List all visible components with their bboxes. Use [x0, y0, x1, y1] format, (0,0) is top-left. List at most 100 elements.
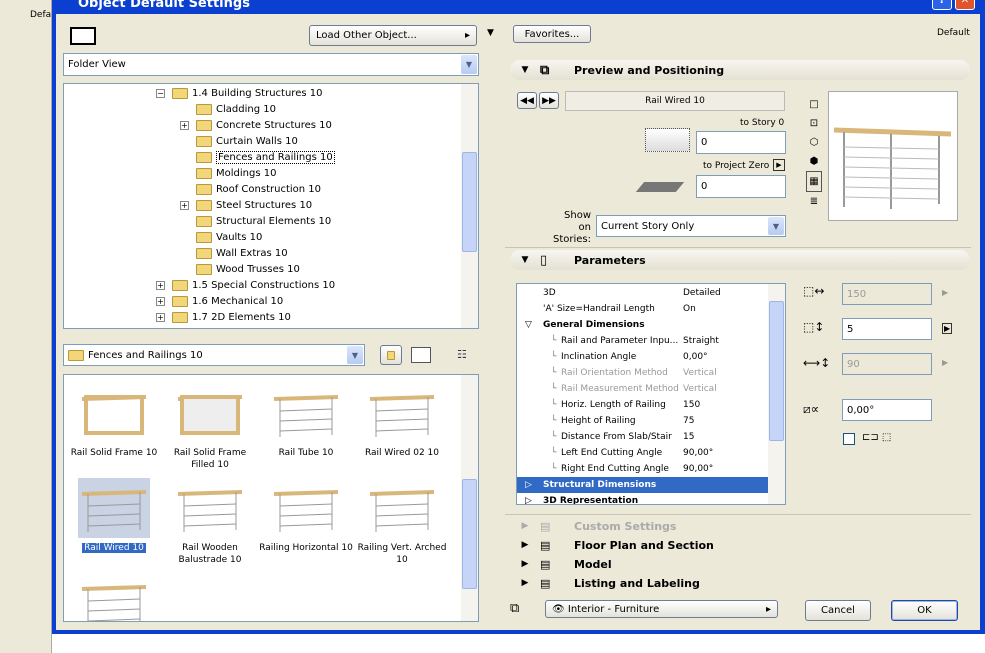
plus-expander-icon[interactable]: + — [156, 312, 165, 322]
tree-item[interactable]: Wall Extras 10 — [180, 245, 288, 261]
parameter-row[interactable]: └ Rail and Parameter Inpu... Straight — [517, 333, 769, 349]
to-project-zero-input[interactable]: 0 — [696, 175, 786, 198]
object-thumbnail[interactable]: Rail Wired 02 10 — [354, 377, 450, 459]
object-thumbnail[interactable]: Rail Solid Frame Filled 10 — [162, 377, 258, 471]
parameters-scrollbar[interactable] — [768, 284, 785, 504]
arrow-right-icon[interactable]: ▶ — [942, 288, 948, 297]
preview-section-header[interactable]: ▼ ⧉ Preview and Positioning — [510, 60, 970, 80]
dimension-c-input[interactable]: 90 — [842, 353, 932, 375]
plus-expander-icon[interactable]: + — [180, 200, 189, 210]
section-view-icon[interactable]: ⊡ — [806, 114, 822, 133]
arrow-right-icon[interactable]: ▶ — [942, 323, 953, 334]
previous-object-button[interactable]: ◀◀ — [517, 92, 537, 109]
tree-item[interactable]: +1.5 Special Constructions 10 — [156, 277, 335, 293]
ok-button[interactable]: OK — [891, 600, 958, 621]
plus-expander-icon[interactable]: + — [180, 120, 189, 130]
thumbnails-scrollbar[interactable] — [461, 375, 478, 621]
layer-select[interactable]: 👁 Interior - Furniture ▸ — [545, 600, 778, 618]
arrow-right-icon[interactable]: ▶ — [942, 358, 948, 367]
section-header-label: Model — [574, 557, 612, 571]
arrow-right-icon[interactable]: ▶ — [773, 159, 785, 171]
plus-expander-icon[interactable]: + — [156, 296, 165, 306]
layer-value: Interior - Furniture — [567, 603, 660, 615]
object-thumbnail[interactable]: Rail Tube 10 — [258, 377, 354, 459]
close-button[interactable]: ✕ — [955, 0, 975, 10]
tree-item[interactable]: +1.7 2D Elements 10 — [156, 309, 291, 325]
parameter-row[interactable]: └ Horiz. Length of Railing 150 — [517, 397, 769, 413]
section-header[interactable]: ▶ ▤ Custom Settings — [510, 516, 970, 536]
object-thumbnail[interactable]: Rail Wired 10 — [66, 472, 162, 554]
object-thumbnail[interactable]: Rail Solid Frame 10 — [66, 377, 162, 459]
folder-select[interactable]: Fences and Railings 10 ▼ — [63, 344, 365, 366]
dimension-b-input[interactable]: 5 — [842, 318, 932, 340]
tree-item[interactable]: + Steel Structures 10 — [180, 197, 312, 213]
rotation-angle-input[interactable]: 0,00° — [842, 399, 932, 421]
parameter-row[interactable]: └ Rail Orientation Method Vertical — [517, 365, 769, 381]
parameter-row[interactable]: └ Left End Cutting Angle 90,00° — [517, 445, 769, 461]
object-thumbnails[interactable]: Rail Solid Frame 10 Rail Solid Frame Fill… — [63, 374, 479, 622]
object-thumbnail[interactable]: Railing Horizontal 10 — [258, 472, 354, 554]
parameter-group[interactable]: ▽ General Dimensions — [517, 317, 769, 333]
collapsed-triangle-icon[interactable]: ▷ — [525, 496, 532, 504]
section-header[interactable]: ▶ ▤ Model — [510, 554, 970, 574]
folder-up-button[interactable] — [380, 345, 402, 365]
tree-item[interactable]: Cladding 10 — [180, 101, 276, 117]
tree-item[interactable]: Structural Elements 10 — [180, 213, 331, 229]
parameter-row[interactable]: └ Height of Railing 75 — [517, 413, 769, 429]
load-other-object-button[interactable]: Load Other Object... ▸ — [309, 25, 477, 46]
dimension-a-input[interactable]: 150 — [842, 283, 932, 305]
parameter-group[interactable]: ▷ Structural Dimensions — [517, 477, 769, 493]
tree-item[interactable]: Curtain Walls 10 — [180, 133, 298, 149]
view-select[interactable]: Folder View ▼ — [63, 53, 479, 76]
list-view-icon[interactable]: ≣ — [806, 192, 822, 211]
section-header[interactable]: ▶ ▤ Floor Plan and Section — [510, 535, 970, 555]
tree-item[interactable]: − 1.4 Building Structures 10 — [156, 85, 322, 101]
cancel-button[interactable]: Cancel — [805, 600, 871, 621]
favorites-button[interactable]: Favorites... — [513, 25, 591, 43]
collapse-triangle-icon[interactable]: ▼ — [487, 28, 494, 38]
folder-tree[interactable]: − 1.4 Building Structures 10 Cladding 10 + C… — [63, 83, 479, 329]
thumbnail-view-icon[interactable] — [411, 347, 431, 363]
tree-item[interactable]: Fences and Railings 10 — [180, 149, 335, 165]
folder-icon — [196, 199, 212, 211]
tree-item-label: Roof Construction 10 — [216, 183, 322, 195]
to-story-input[interactable]: 0 — [696, 131, 786, 154]
floor-plan-view-icon[interactable]: □ — [806, 95, 822, 114]
tree-item[interactable]: Wood Trusses 10 — [180, 261, 300, 277]
axonometric-view-icon[interactable]: ⬡ — [806, 133, 822, 152]
expanded-triangle-icon[interactable]: ▽ — [525, 320, 532, 330]
tree-item[interactable]: Roof Construction 10 — [180, 181, 321, 197]
object-thumbnail[interactable]: Rail Wooden Balustrade 10 — [162, 472, 258, 566]
parameter-row[interactable]: 'A' Size=Handrail Length On — [517, 301, 769, 317]
next-object-button[interactable]: ▶▶ — [539, 92, 559, 109]
parameters-list[interactable]: 3D Detailed 'A' Size=Handrail Length On ▽ Gen… — [516, 283, 786, 505]
view-mode-icon[interactable] — [70, 27, 96, 45]
plus-expander-icon[interactable]: + — [156, 280, 165, 290]
parameter-group[interactable]: ▷ 3D Representation — [517, 493, 769, 504]
parameter-row[interactable]: 3D Detailed — [517, 285, 769, 301]
to-project-zero-label[interactable]: to Project Zero — [703, 161, 769, 171]
list-view-icon[interactable]: ☷ — [457, 348, 467, 361]
section-header[interactable]: ▶ ▤ Listing and Labeling — [510, 573, 970, 593]
elevation-view-icon[interactable]: ▦ — [806, 171, 822, 192]
parameter-row[interactable]: └ Distance From Slab/Stair 15 — [517, 429, 769, 445]
parameter-row[interactable]: └ Rail Measurement Method Vertical — [517, 381, 769, 397]
minus-expander-icon[interactable]: − — [156, 88, 165, 98]
mirror-checkbox[interactable] — [843, 433, 855, 445]
object-thumbnail[interactable]: Railing Vert. Arched 10 — [354, 472, 450, 566]
parameter-value: 150 — [683, 400, 701, 410]
collapsed-triangle-icon[interactable]: ▷ — [525, 480, 532, 490]
shaded-view-icon[interactable]: ⬢ — [806, 152, 822, 171]
object-thumbnail[interactable] — [66, 567, 162, 621]
help-button[interactable]: ? — [932, 0, 952, 10]
tree-scrollbar[interactable] — [461, 84, 478, 328]
tree-item[interactable]: Vaults 10 — [180, 229, 262, 245]
parameter-row[interactable]: └ Inclination Angle 0,00° — [517, 349, 769, 365]
show-on-stories-select[interactable]: Current Story Only ▼ — [596, 215, 786, 237]
tree-item[interactable]: + Concrete Structures 10 — [180, 117, 332, 133]
parameters-section-header[interactable]: ▼ ▯ Parameters — [510, 250, 970, 270]
tree-item[interactable]: Moldings 10 — [180, 165, 276, 181]
preview-mode-buttons[interactable]: □ ⊡ ⬡ ⬢ ▦ ≣ — [806, 95, 822, 211]
tree-item[interactable]: +1.6 Mechanical 10 — [156, 293, 283, 309]
parameter-row[interactable]: └ Right End Cutting Angle 90,00° — [517, 461, 769, 477]
